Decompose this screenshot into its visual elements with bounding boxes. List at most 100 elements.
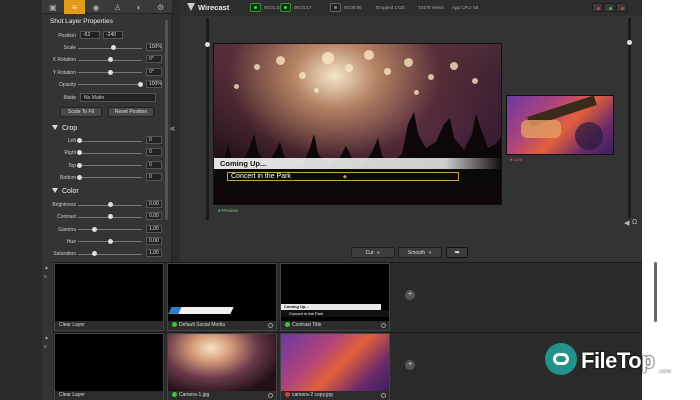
shots-scrollbar[interactable] bbox=[654, 262, 657, 322]
crop-bottom-row: Bottom 0 bbox=[42, 172, 172, 183]
guitar-image bbox=[521, 96, 603, 150]
shot-caption: Contrast Title bbox=[281, 321, 389, 330]
color-contrast-value[interactable]: 0.00 bbox=[146, 212, 162, 221]
color-saturation-slider-knob[interactable] bbox=[91, 251, 97, 257]
crop-right-value[interactable]: 0 bbox=[146, 148, 162, 157]
scale-row: Scale 100% bbox=[42, 43, 172, 53]
shot-subtitle-graphic: Concert in the Park bbox=[281, 310, 389, 317]
preview-volume-knob[interactable] bbox=[205, 42, 210, 47]
y-rotation-slider-knob[interactable] bbox=[107, 69, 113, 75]
shot-tile[interactable]: Default Social Media bbox=[167, 263, 277, 331]
crop-left-slider[interactable] bbox=[78, 140, 142, 142]
color-gamma-slider-knob[interactable] bbox=[91, 226, 97, 232]
matte-select[interactable]: No Matte bbox=[80, 93, 156, 102]
color-saturation-value[interactable]: 1.00 bbox=[146, 249, 162, 258]
shot-caption-text: Clear Layer bbox=[59, 392, 85, 398]
opacity-slider[interactable] bbox=[78, 84, 142, 86]
color-brightness-slider-knob[interactable] bbox=[107, 202, 113, 207]
crop-right-slider-knob[interactable] bbox=[76, 150, 82, 156]
shot-settings-icon[interactable] bbox=[381, 393, 386, 398]
color-saturation-slider[interactable] bbox=[78, 253, 142, 255]
crop-left-value[interactable]: 0 bbox=[146, 136, 162, 144]
shot-settings-icon[interactable] bbox=[268, 323, 273, 328]
scale-slider-knob[interactable] bbox=[110, 45, 116, 50]
crop-section-header[interactable]: Crop bbox=[52, 125, 77, 132]
crop-right-slider[interactable] bbox=[78, 152, 142, 154]
x-rotation-slider-knob[interactable] bbox=[107, 57, 113, 63]
crop-right-label: Right bbox=[64, 150, 76, 157]
settings-tab-icon[interactable]: ⚙ bbox=[150, 0, 172, 14]
position-y-input[interactable]: -240 bbox=[103, 31, 123, 39]
crop-top-value[interactable]: 0 bbox=[146, 160, 162, 169]
stream-status-icon[interactable] bbox=[250, 3, 261, 12]
speaker-tab-icon[interactable]: ◉ bbox=[85, 0, 107, 14]
transition-bar: Cut ▼ Smooth ▼ ➡ bbox=[180, 246, 642, 262]
inspector-scrollbar[interactable] bbox=[165, 20, 168, 220]
color-brightness-value[interactable]: 0.00 bbox=[146, 200, 162, 208]
top-status-bar: Wirecast 00:01:31 00:01:17 00:00:00 Drop… bbox=[180, 0, 642, 16]
watermark-sub: .com bbox=[658, 369, 672, 375]
color-contrast-slider-knob[interactable] bbox=[107, 214, 113, 220]
record-status-icon[interactable] bbox=[280, 3, 291, 12]
go-button[interactable]: ➡ bbox=[446, 247, 468, 258]
crop-bottom-value[interactable]: 0 bbox=[146, 172, 162, 181]
position-x-input[interactable]: -62 bbox=[80, 31, 100, 39]
layer-properties-tab-icon[interactable]: ≡ bbox=[63, 0, 86, 14]
master-volume-knob[interactable] bbox=[627, 40, 632, 45]
crop-top-slider-knob[interactable] bbox=[76, 162, 82, 168]
crop-expand-icon[interactable] bbox=[52, 125, 58, 130]
shot-tile[interactable]: Camera-1.jpg bbox=[167, 333, 277, 400]
position-label: Position bbox=[58, 33, 76, 39]
preview-monitor[interactable]: Coming Up... Concert in the Park ◆ bbox=[213, 43, 502, 205]
speaker-icon[interactable]: ◀ bbox=[624, 219, 629, 227]
collapse-inspector-icon[interactable]: « bbox=[170, 123, 175, 133]
color-tab-icon[interactable]: ◐ bbox=[128, 0, 150, 14]
shot-tile[interactable]: Clear Layer bbox=[54, 333, 164, 400]
opacity-slider-knob[interactable] bbox=[138, 81, 144, 87]
add-shot-button-row-2[interactable]: + bbox=[405, 360, 415, 370]
stream-button[interactable] bbox=[604, 3, 615, 12]
shot-tile[interactable]: Clear Layer bbox=[54, 263, 164, 331]
opacity-value[interactable]: 100% bbox=[146, 79, 162, 88]
color-section-header[interactable]: Color bbox=[52, 188, 79, 195]
color-hue-value[interactable]: 0.00 bbox=[146, 236, 162, 245]
crop-bottom-slider[interactable] bbox=[78, 177, 142, 179]
y-rotation-value[interactable]: 0° bbox=[146, 67, 162, 76]
color-gamma-slider[interactable] bbox=[78, 229, 142, 231]
preview-label-text: Preview bbox=[221, 208, 238, 213]
master-volume-slider[interactable] bbox=[628, 18, 631, 218]
shot-tile[interactable]: Coming Up... Concert in the Park Contrast … bbox=[280, 263, 390, 331]
color-section-title: Color bbox=[62, 188, 79, 195]
layer-row-2-controls[interactable]: ▲ ≡ bbox=[42, 332, 53, 400]
shot-caption: camera-2 copy.jpg bbox=[281, 391, 389, 400]
watermark-logo-icon bbox=[545, 343, 577, 375]
record-button[interactable] bbox=[592, 3, 603, 12]
user-tab-icon[interactable]: ♙ bbox=[107, 0, 129, 14]
scale-value[interactable]: 100% bbox=[146, 43, 162, 51]
crop-top-slider[interactable] bbox=[78, 165, 142, 167]
shot-settings-icon[interactable] bbox=[268, 393, 273, 398]
color-expand-icon[interactable] bbox=[52, 188, 58, 193]
crop-left-slider-knob[interactable] bbox=[76, 138, 82, 143]
audio-tab-icon[interactable]: ▣ bbox=[42, 0, 64, 14]
inspector-title: Shot Layer Properties bbox=[50, 18, 113, 25]
color-brightness-label: Brightness bbox=[52, 202, 76, 208]
color-gamma-value[interactable]: 1.00 bbox=[146, 224, 162, 233]
add-shot-button-row-1[interactable]: + bbox=[405, 290, 415, 300]
color-hue-slider-knob[interactable] bbox=[107, 238, 113, 244]
live-monitor[interactable] bbox=[506, 95, 614, 155]
iso-status-icon[interactable] bbox=[330, 3, 341, 12]
live-button[interactable] bbox=[616, 3, 627, 12]
layer-row-1-controls[interactable]: ▲ ≡ bbox=[42, 262, 53, 332]
scale-slider[interactable] bbox=[78, 47, 142, 49]
x-rotation-value[interactable]: 0° bbox=[146, 55, 162, 64]
scale-to-fit-button[interactable]: Scale To Fit bbox=[60, 107, 102, 117]
shot-tile[interactable]: camera-2 copy.jpg bbox=[280, 333, 390, 400]
shot-settings-icon[interactable] bbox=[381, 323, 386, 328]
transition-smooth-select[interactable]: Smooth ▼ bbox=[398, 247, 442, 258]
preview-volume-slider[interactable] bbox=[206, 18, 209, 220]
crop-bottom-slider-knob[interactable] bbox=[76, 174, 82, 180]
reset-position-button[interactable]: Reset Position bbox=[108, 107, 154, 117]
transition-cut-select[interactable]: Cut ▼ bbox=[351, 247, 395, 258]
headphones-icon[interactable]: Ω bbox=[632, 219, 637, 226]
